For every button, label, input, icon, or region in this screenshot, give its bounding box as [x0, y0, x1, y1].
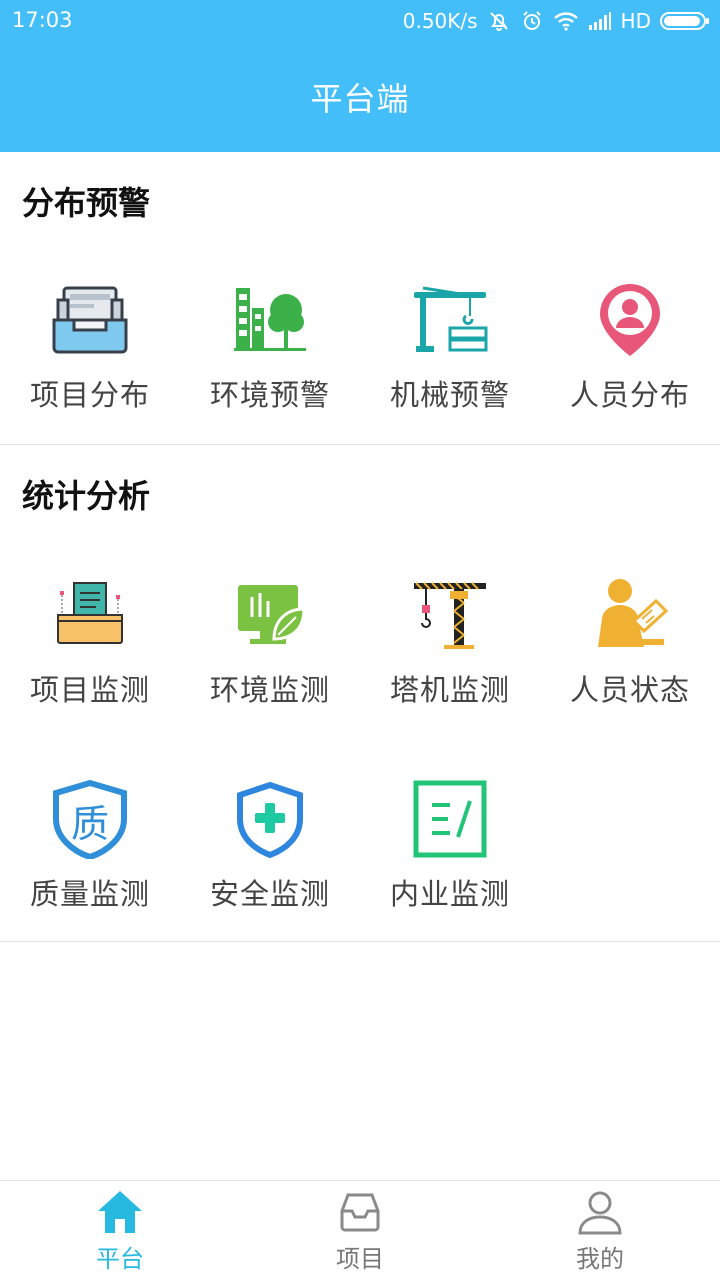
signal-icon	[588, 11, 612, 31]
status-bar: 17:03 0.50K/s HD	[0, 0, 720, 42]
tile-quality[interactable]: 质 质量监测	[0, 779, 180, 929]
bell-off-icon	[487, 9, 511, 33]
machinery-warning-icon	[410, 280, 490, 360]
environment-monitoring-icon	[230, 575, 310, 655]
wifi-icon	[553, 10, 579, 32]
status-icons: 0.50K/s HD	[403, 6, 710, 36]
personnel-status-icon	[590, 575, 670, 655]
safety-shield-icon	[230, 779, 310, 859]
tile-personnel-distribution[interactable]: 人员分布	[540, 280, 720, 430]
section-distribution-warning: 分布预警 项目分布 环境预警 机械预警 人员分布	[0, 152, 720, 445]
tile-label: 人员状态	[569, 673, 690, 707]
nav-tab-platform[interactable]: 平台	[0, 1181, 240, 1281]
home-icon	[96, 1189, 144, 1235]
tile-environment-warning[interactable]: 环境预警	[180, 280, 360, 430]
nav-label: 我的	[576, 1245, 624, 1273]
office-work-icon	[410, 779, 490, 859]
tile-environment-monitoring[interactable]: 环境监测	[180, 575, 360, 725]
user-icon	[576, 1189, 624, 1235]
tile-project-monitoring[interactable]: 项目监测	[0, 575, 180, 725]
inbox-icon	[336, 1189, 384, 1235]
page-title: 平台端	[310, 80, 410, 118]
title-bar: 平台端	[0, 42, 720, 152]
tile-label: 安全监测	[209, 877, 330, 911]
environment-warning-icon	[230, 280, 310, 360]
section-title: 分布预警	[22, 184, 151, 222]
tile-tower-crane[interactable]: 塔机监测	[360, 575, 540, 725]
nav-label: 平台	[96, 1245, 144, 1273]
tile-label: 环境监测	[209, 673, 330, 707]
tile-personnel-status[interactable]: 人员状态	[540, 575, 720, 725]
tile-label: 塔机监测	[389, 673, 510, 707]
tile-label: 项目分布	[29, 378, 150, 412]
tile-label: 人员分布	[569, 378, 690, 412]
svg-text:质: 质	[71, 802, 109, 846]
tower-crane-icon	[410, 575, 490, 655]
network-speed: 0.50K/s	[402, 9, 478, 33]
personnel-distribution-icon	[590, 280, 670, 360]
status-time: 17:03	[12, 8, 73, 32]
tile-label: 机械预警	[389, 378, 510, 412]
project-distribution-icon	[50, 280, 130, 360]
section-title: 统计分析	[22, 477, 151, 515]
tile-project-distribution[interactable]: 项目分布	[0, 280, 180, 430]
tile-label: 内业监测	[389, 877, 510, 911]
section-statistics: 统计分析 项目监测 环境监测 塔机监测 人员状态 质 质量监测 安全监测 内业监…	[0, 445, 720, 942]
bottom-navigation: 平台 项目 我的	[0, 1180, 720, 1281]
tile-office-work[interactable]: 内业监测	[360, 779, 540, 929]
alarm-icon	[520, 9, 544, 33]
network-type: HD	[620, 9, 651, 33]
tile-label: 质量监测	[29, 877, 150, 911]
nav-tab-project[interactable]: 项目	[240, 1181, 480, 1281]
battery-icon	[660, 11, 710, 31]
quality-icon: 质	[50, 779, 130, 861]
nav-tab-mine[interactable]: 我的	[480, 1181, 720, 1281]
tile-label: 环境预警	[209, 378, 330, 412]
tile-label: 项目监测	[29, 673, 150, 707]
nav-label: 项目	[336, 1245, 384, 1273]
tile-safety[interactable]: 安全监测	[180, 779, 360, 929]
tile-machinery-warning[interactable]: 机械预警	[360, 280, 540, 430]
project-monitoring-icon	[50, 575, 130, 655]
